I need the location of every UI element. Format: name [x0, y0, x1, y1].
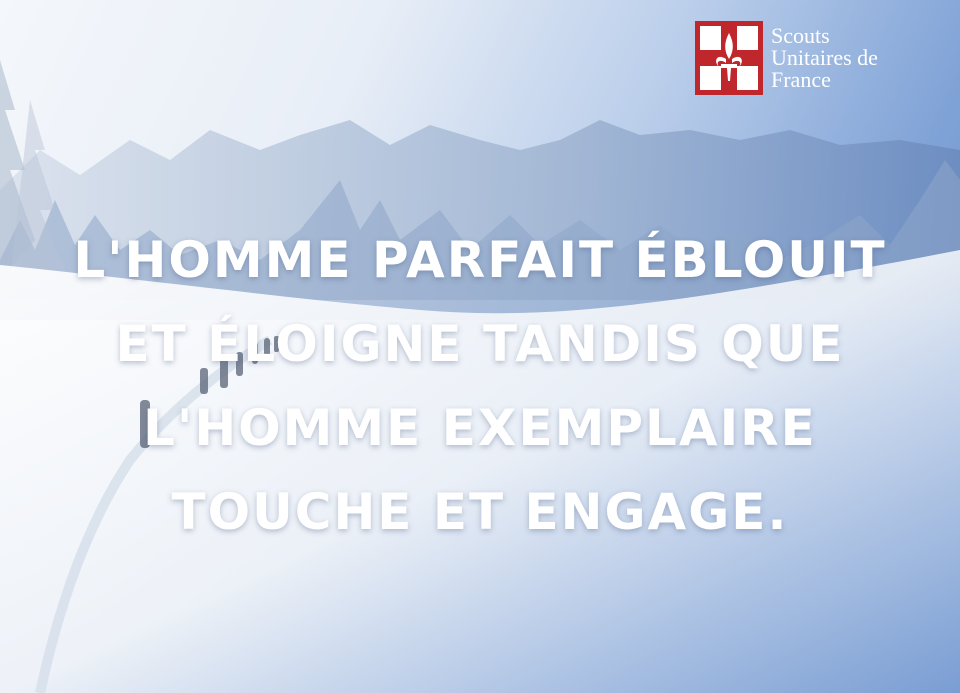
logo-line-3: France [771, 67, 831, 92]
quote-line-1: L'homme parfait éblouit [73, 231, 887, 289]
logo-line-1: Scouts [771, 23, 830, 48]
quote-text: L'homme parfait éblouit et éloigne tandi… [40, 218, 920, 554]
scout-cross-fleur-de-lis-icon [695, 21, 763, 95]
quote-line-4: touche et engage. [171, 483, 789, 541]
quote-poster: Scouts Unitaires de France L'homme parfa… [0, 0, 960, 693]
quote-line-2: et éloigne tandis que [115, 315, 845, 373]
scouts-unitaires-logo: Scouts Unitaires de France [695, 18, 935, 98]
logo-wordmark: Scouts Unitaires de France [771, 25, 878, 91]
quote-line-3: l'homme exemplaire [143, 399, 817, 457]
logo-line-2: Unitaires de [771, 45, 878, 70]
